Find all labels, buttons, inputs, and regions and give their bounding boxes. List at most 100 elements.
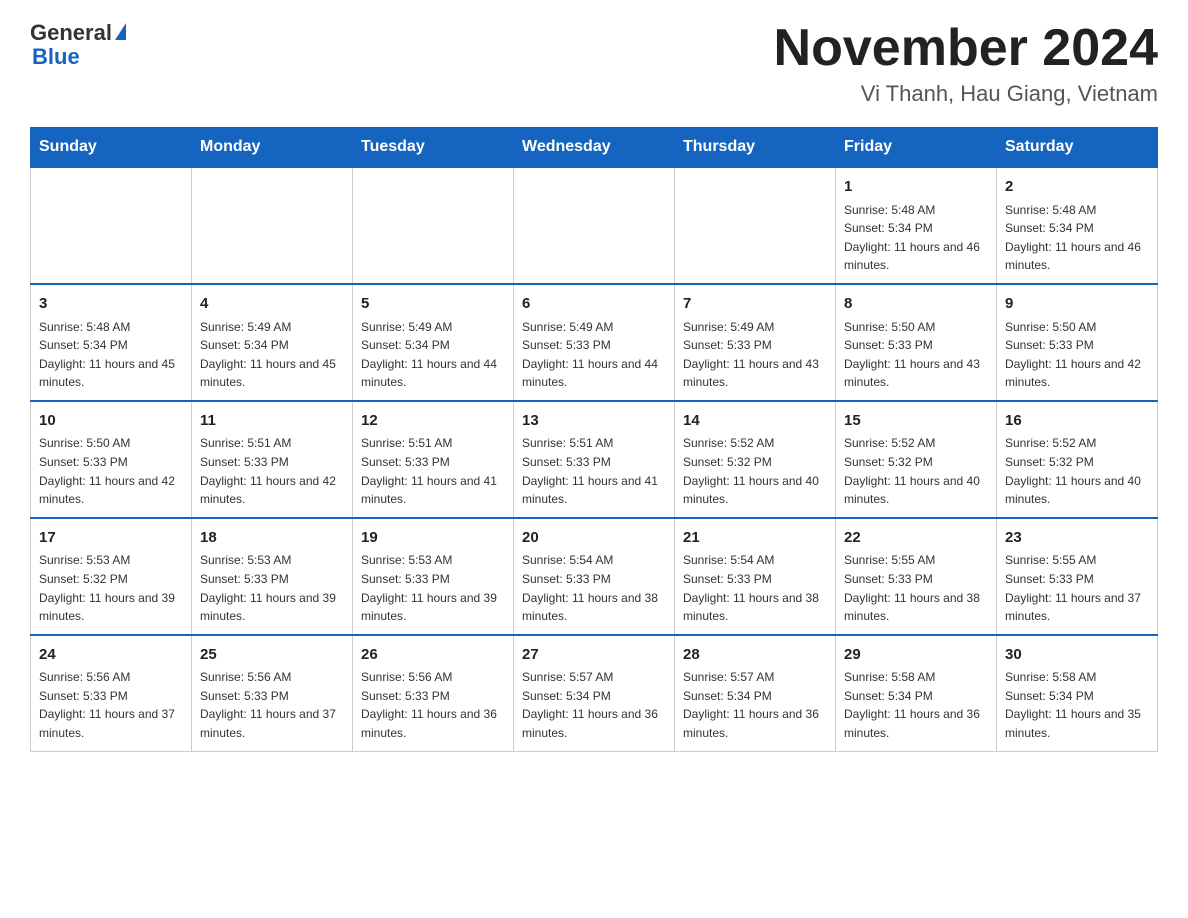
day-cell: 4Sunrise: 5:49 AM Sunset: 5:34 PM Daylig…: [192, 284, 353, 401]
day-info: Sunrise: 5:49 AM Sunset: 5:34 PM Dayligh…: [200, 318, 344, 392]
day-number: 8: [844, 293, 988, 316]
day-number: 1: [844, 176, 988, 199]
day-cell: 2Sunrise: 5:48 AM Sunset: 5:34 PM Daylig…: [997, 167, 1158, 284]
day-cell: 9Sunrise: 5:50 AM Sunset: 5:33 PM Daylig…: [997, 284, 1158, 401]
day-cell: 26Sunrise: 5:56 AM Sunset: 5:33 PM Dayli…: [353, 635, 514, 751]
day-number: 17: [39, 527, 183, 550]
day-number: 5: [361, 293, 505, 316]
logo-blue-text: Blue: [32, 44, 80, 69]
day-cell: [675, 167, 836, 284]
day-info: Sunrise: 5:52 AM Sunset: 5:32 PM Dayligh…: [683, 434, 827, 508]
day-info: Sunrise: 5:58 AM Sunset: 5:34 PM Dayligh…: [1005, 668, 1149, 742]
day-number: 18: [200, 527, 344, 550]
day-info: Sunrise: 5:51 AM Sunset: 5:33 PM Dayligh…: [522, 434, 666, 508]
day-number: 29: [844, 644, 988, 667]
day-cell: [353, 167, 514, 284]
calendar-table: SundayMondayTuesdayWednesdayThursdayFrid…: [30, 127, 1158, 751]
day-number: 3: [39, 293, 183, 316]
day-cell: 13Sunrise: 5:51 AM Sunset: 5:33 PM Dayli…: [514, 401, 675, 518]
calendar-title: November 2024: [774, 20, 1158, 77]
day-info: Sunrise: 5:51 AM Sunset: 5:33 PM Dayligh…: [361, 434, 505, 508]
day-info: Sunrise: 5:51 AM Sunset: 5:33 PM Dayligh…: [200, 434, 344, 508]
weekday-header-row: SundayMondayTuesdayWednesdayThursdayFrid…: [31, 128, 1158, 168]
day-number: 16: [1005, 410, 1149, 433]
day-info: Sunrise: 5:54 AM Sunset: 5:33 PM Dayligh…: [522, 551, 666, 625]
week-row-5: 24Sunrise: 5:56 AM Sunset: 5:33 PM Dayli…: [31, 635, 1158, 751]
day-info: Sunrise: 5:56 AM Sunset: 5:33 PM Dayligh…: [361, 668, 505, 742]
day-number: 30: [1005, 644, 1149, 667]
day-number: 24: [39, 644, 183, 667]
week-row-4: 17Sunrise: 5:53 AM Sunset: 5:32 PM Dayli…: [31, 518, 1158, 635]
day-number: 9: [1005, 293, 1149, 316]
day-info: Sunrise: 5:58 AM Sunset: 5:34 PM Dayligh…: [844, 668, 988, 742]
day-cell: 8Sunrise: 5:50 AM Sunset: 5:33 PM Daylig…: [836, 284, 997, 401]
day-cell: 23Sunrise: 5:55 AM Sunset: 5:33 PM Dayli…: [997, 518, 1158, 635]
day-number: 6: [522, 293, 666, 316]
day-cell: [192, 167, 353, 284]
day-number: 19: [361, 527, 505, 550]
day-number: 26: [361, 644, 505, 667]
day-cell: [514, 167, 675, 284]
logo-general-text: General: [30, 20, 112, 46]
day-cell: 7Sunrise: 5:49 AM Sunset: 5:33 PM Daylig…: [675, 284, 836, 401]
day-info: Sunrise: 5:48 AM Sunset: 5:34 PM Dayligh…: [844, 201, 988, 275]
day-info: Sunrise: 5:57 AM Sunset: 5:34 PM Dayligh…: [522, 668, 666, 742]
day-number: 28: [683, 644, 827, 667]
day-info: Sunrise: 5:56 AM Sunset: 5:33 PM Dayligh…: [39, 668, 183, 742]
logo-triangle-icon: [115, 23, 126, 40]
day-number: 20: [522, 527, 666, 550]
day-info: Sunrise: 5:55 AM Sunset: 5:33 PM Dayligh…: [1005, 551, 1149, 625]
day-info: Sunrise: 5:50 AM Sunset: 5:33 PM Dayligh…: [844, 318, 988, 392]
day-number: 13: [522, 410, 666, 433]
day-info: Sunrise: 5:50 AM Sunset: 5:33 PM Dayligh…: [1005, 318, 1149, 392]
weekday-header-wednesday: Wednesday: [514, 128, 675, 168]
day-cell: 29Sunrise: 5:58 AM Sunset: 5:34 PM Dayli…: [836, 635, 997, 751]
day-cell: 24Sunrise: 5:56 AM Sunset: 5:33 PM Dayli…: [31, 635, 192, 751]
calendar-subtitle: Vi Thanh, Hau Giang, Vietnam: [774, 81, 1158, 107]
day-cell: 15Sunrise: 5:52 AM Sunset: 5:32 PM Dayli…: [836, 401, 997, 518]
day-cell: 27Sunrise: 5:57 AM Sunset: 5:34 PM Dayli…: [514, 635, 675, 751]
day-cell: 19Sunrise: 5:53 AM Sunset: 5:33 PM Dayli…: [353, 518, 514, 635]
weekday-header-monday: Monday: [192, 128, 353, 168]
day-cell: 16Sunrise: 5:52 AM Sunset: 5:32 PM Dayli…: [997, 401, 1158, 518]
day-cell: 25Sunrise: 5:56 AM Sunset: 5:33 PM Dayli…: [192, 635, 353, 751]
weekday-header-friday: Friday: [836, 128, 997, 168]
day-number: 25: [200, 644, 344, 667]
day-cell: 6Sunrise: 5:49 AM Sunset: 5:33 PM Daylig…: [514, 284, 675, 401]
title-area: November 2024 Vi Thanh, Hau Giang, Vietn…: [774, 20, 1158, 107]
weekday-header-sunday: Sunday: [31, 128, 192, 168]
day-number: 21: [683, 527, 827, 550]
day-cell: [31, 167, 192, 284]
day-cell: 21Sunrise: 5:54 AM Sunset: 5:33 PM Dayli…: [675, 518, 836, 635]
day-number: 11: [200, 410, 344, 433]
day-number: 2: [1005, 176, 1149, 199]
weekday-header-thursday: Thursday: [675, 128, 836, 168]
day-info: Sunrise: 5:49 AM Sunset: 5:33 PM Dayligh…: [683, 318, 827, 392]
day-number: 23: [1005, 527, 1149, 550]
day-cell: 12Sunrise: 5:51 AM Sunset: 5:33 PM Dayli…: [353, 401, 514, 518]
day-info: Sunrise: 5:57 AM Sunset: 5:34 PM Dayligh…: [683, 668, 827, 742]
week-row-2: 3Sunrise: 5:48 AM Sunset: 5:34 PM Daylig…: [31, 284, 1158, 401]
day-number: 7: [683, 293, 827, 316]
day-info: Sunrise: 5:53 AM Sunset: 5:33 PM Dayligh…: [361, 551, 505, 625]
day-info: Sunrise: 5:49 AM Sunset: 5:34 PM Dayligh…: [361, 318, 505, 392]
day-number: 27: [522, 644, 666, 667]
week-row-3: 10Sunrise: 5:50 AM Sunset: 5:33 PM Dayli…: [31, 401, 1158, 518]
day-number: 12: [361, 410, 505, 433]
day-cell: 20Sunrise: 5:54 AM Sunset: 5:33 PM Dayli…: [514, 518, 675, 635]
day-cell: 10Sunrise: 5:50 AM Sunset: 5:33 PM Dayli…: [31, 401, 192, 518]
week-row-1: 1Sunrise: 5:48 AM Sunset: 5:34 PM Daylig…: [31, 167, 1158, 284]
day-cell: 3Sunrise: 5:48 AM Sunset: 5:34 PM Daylig…: [31, 284, 192, 401]
day-info: Sunrise: 5:55 AM Sunset: 5:33 PM Dayligh…: [844, 551, 988, 625]
weekday-header-tuesday: Tuesday: [353, 128, 514, 168]
day-info: Sunrise: 5:52 AM Sunset: 5:32 PM Dayligh…: [844, 434, 988, 508]
day-info: Sunrise: 5:53 AM Sunset: 5:32 PM Dayligh…: [39, 551, 183, 625]
day-cell: 11Sunrise: 5:51 AM Sunset: 5:33 PM Dayli…: [192, 401, 353, 518]
day-cell: 1Sunrise: 5:48 AM Sunset: 5:34 PM Daylig…: [836, 167, 997, 284]
day-cell: 17Sunrise: 5:53 AM Sunset: 5:32 PM Dayli…: [31, 518, 192, 635]
day-cell: 22Sunrise: 5:55 AM Sunset: 5:33 PM Dayli…: [836, 518, 997, 635]
day-number: 22: [844, 527, 988, 550]
day-info: Sunrise: 5:53 AM Sunset: 5:33 PM Dayligh…: [200, 551, 344, 625]
day-info: Sunrise: 5:52 AM Sunset: 5:32 PM Dayligh…: [1005, 434, 1149, 508]
day-info: Sunrise: 5:48 AM Sunset: 5:34 PM Dayligh…: [1005, 201, 1149, 275]
